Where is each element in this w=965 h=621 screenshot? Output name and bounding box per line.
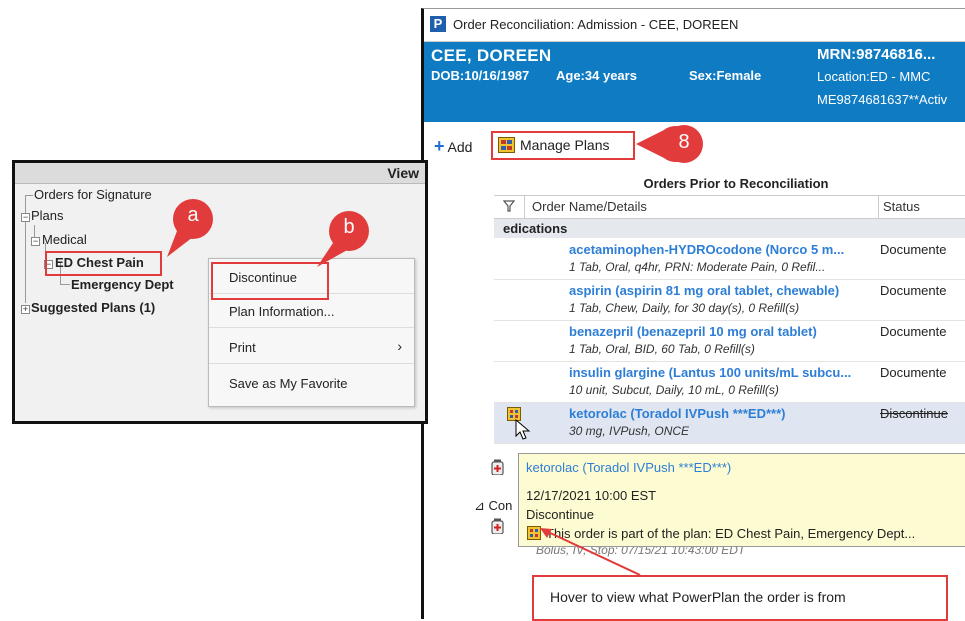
filter-icon[interactable]	[503, 200, 515, 212]
mouse-cursor-icon	[515, 419, 531, 440]
orders-column-headers: Order Name/Details Status	[494, 195, 965, 219]
patient-name[interactable]: CEE, DOREEN	[431, 46, 551, 66]
tooltip-order-name: ketorolac (Toradol IVPush ***ED***)	[526, 460, 732, 475]
callout-8: 8	[636, 124, 726, 164]
continuous-section-label: ⊿ Con	[474, 498, 513, 513]
order-row[interactable]: aspirin (aspirin 81 mg oral tablet, chew…	[494, 280, 965, 321]
tree-emergency-dept[interactable]: Emergency Dept	[71, 277, 174, 292]
patient-age: Age:34 years	[556, 68, 637, 83]
plus-icon: +	[434, 136, 445, 156]
callout-a: a	[163, 197, 219, 261]
order-row-selected[interactable]: ketorolac (Toradol IVPush ***ED***) 30 m…	[494, 403, 965, 444]
order-details: 1 Tab, Chew, Daily, for 30 day(s), 0 Ref…	[569, 301, 800, 315]
patient-dob: DOB:10/16/1987	[431, 68, 530, 83]
callout-a-label: a	[187, 204, 199, 226]
collapse-icon[interactable]: −	[21, 213, 30, 222]
callout-b: b	[317, 209, 373, 273]
menu-item-plan-information[interactable]: Plan Information...	[209, 297, 414, 328]
orders-table-title: Orders Prior to Reconciliation	[643, 176, 829, 191]
order-status: Documente	[880, 242, 947, 257]
order-name[interactable]: ketorolac (Toradol IVPush ***ED***)	[569, 406, 785, 421]
column-status[interactable]: Status	[883, 199, 920, 214]
tooltip-action: Discontinue	[526, 507, 594, 522]
add-label: Add	[447, 139, 473, 155]
hover-note-text: Hover to view what PowerPlan the order i…	[550, 589, 846, 605]
order-name[interactable]: insulin glargine (Lantus 100 units/mL su…	[569, 365, 851, 380]
order-name[interactable]: benazepril (benazepril 10 mg oral tablet…	[569, 324, 817, 339]
iv-order-icon	[491, 518, 504, 534]
manage-plans-label: Manage Plans	[520, 137, 610, 153]
manage-plans-button[interactable]: Manage Plans	[491, 131, 635, 160]
view-panel-title: View	[387, 165, 419, 181]
order-details: 1 Tab, Oral, BID, 60 Tab, 0 Refill(s)	[569, 342, 755, 356]
order-details: 30 mg, IVPush, ONCE	[569, 424, 690, 438]
window-titlebar: P Order Reconciliation: Admission - CEE,…	[424, 9, 965, 42]
tooltip-datetime: 12/17/2021 10:00 EST	[526, 488, 657, 503]
annotation-arrow	[540, 528, 641, 576]
patient-fin: ME9874681637**Activ	[817, 92, 948, 107]
order-row[interactable]: insulin glargine (Lantus 100 units/mL su…	[494, 362, 965, 403]
collapse-icon[interactable]: −	[31, 237, 40, 246]
powerplan-icon	[498, 137, 515, 153]
tree-plans[interactable]: Plans	[31, 208, 64, 223]
highlight-discontinue	[211, 262, 329, 300]
patient-location: Location:ED - MMC	[817, 69, 931, 84]
hover-instruction-note: Hover to view what PowerPlan the order i…	[532, 575, 948, 621]
medications-section-label: edications	[503, 221, 568, 236]
order-reconciliation-window: P Order Reconciliation: Admission - CEE,…	[421, 8, 965, 621]
highlight-ed-chest-pain	[45, 251, 162, 276]
order-row[interactable]: benazepril (benazepril 10 mg oral tablet…	[494, 321, 965, 362]
tree-medical[interactable]: Medical	[42, 232, 87, 247]
medications-section-header[interactable]: edications	[494, 219, 965, 238]
tree-suggested-plans[interactable]: Suggested Plans (1)	[31, 300, 155, 315]
expand-icon[interactable]: +	[21, 305, 30, 314]
patient-banner: CEE, DOREEN DOB:10/16/1987 Age:34 years …	[424, 42, 965, 122]
powerchart-app-icon: P	[430, 16, 446, 32]
order-status: Documente	[880, 324, 947, 339]
callout-b-label: b	[343, 216, 355, 238]
window-title: Order Reconciliation: Admission - CEE, D…	[453, 17, 739, 32]
column-order-name[interactable]: Order Name/Details	[532, 199, 647, 214]
order-name[interactable]: acetaminophen-HYDROcodone (Norco 5 m...	[569, 242, 844, 257]
plans-view-panel: View Orders for Signature − Plans − Medi…	[12, 160, 428, 424]
chevron-right-icon: ›	[397, 338, 402, 354]
add-button[interactable]: + Add	[434, 136, 472, 157]
view-panel-header: View	[15, 163, 425, 184]
menu-item-print[interactable]: Print ›	[209, 333, 414, 364]
order-name[interactable]: aspirin (aspirin 81 mg oral tablet, chew…	[569, 283, 839, 298]
order-details: 1 Tab, Oral, q4hr, PRN: Moderate Pain, 0…	[569, 260, 826, 274]
order-row[interactable]: acetaminophen-HYDROcodone (Norco 5 m... …	[494, 239, 965, 280]
continuous-section-header[interactable]: ⊿ Con	[464, 497, 519, 515]
menu-item-save-favorite[interactable]: Save as My Favorite	[209, 369, 414, 399]
callout-8-label: 8	[678, 131, 690, 153]
order-status: Documente	[880, 365, 947, 380]
patient-sex: Sex:Female	[689, 68, 762, 83]
order-status: Discontinue	[880, 406, 948, 421]
medication-order-icon	[491, 459, 504, 475]
order-status: Documente	[880, 283, 947, 298]
patient-mrn: MRN:98746816...	[817, 46, 936, 63]
order-details: 10 unit, Subcut, Daily, 10 mL, 0 Refill(…	[569, 383, 779, 397]
tree-orders-for-signature[interactable]: Orders for Signature	[34, 187, 152, 202]
